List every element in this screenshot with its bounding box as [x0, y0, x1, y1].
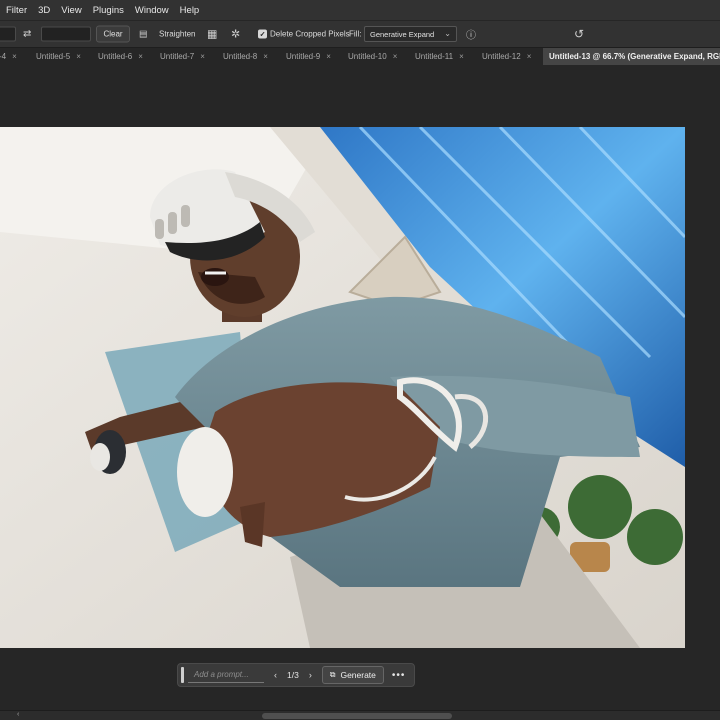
menu-plugins[interactable]: Plugins: [93, 5, 124, 16]
gear-icon[interactable]: ✲: [231, 28, 240, 41]
tab-untitled-13[interactable]: Untitled-13 @ 66.7% (Generative Expand, …: [543, 48, 720, 65]
options-bar: ⇄ Clear ▤ Straighten ▦ ✲ ✓ Delete Croppe…: [0, 20, 720, 48]
close-icon[interactable]: ×: [263, 52, 268, 61]
tab-untitled-11[interactable]: Untitled-11 ×: [415, 48, 464, 65]
swap-icon[interactable]: ⇄: [23, 29, 31, 40]
straighten-label[interactable]: Straighten: [159, 30, 195, 39]
prompt-input[interactable]: Add a prompt...: [188, 667, 264, 683]
close-icon[interactable]: ×: [200, 52, 205, 61]
width-field[interactable]: [0, 26, 16, 42]
chevron-right-icon[interactable]: ›: [309, 670, 312, 680]
menu-filter[interactable]: Filter: [6, 5, 27, 16]
tab-untitled-10[interactable]: Untitled-10 ×: [348, 48, 397, 65]
generate-icon: ⧉: [329, 670, 336, 679]
close-icon[interactable]: ×: [527, 52, 532, 61]
tab-untitled-12[interactable]: Untitled-12 ×: [482, 48, 531, 65]
close-icon[interactable]: ×: [326, 52, 331, 61]
menu-window[interactable]: Window: [135, 5, 169, 16]
tab-untitled-6[interactable]: Untitled-6 ×: [98, 48, 143, 65]
menu-bar: Filter 3D View Plugins Window Help: [0, 0, 720, 20]
variation-count: 1/3: [287, 670, 299, 680]
fill-select[interactable]: Generative Expand ⌄: [364, 26, 457, 42]
scrollbar-thumb[interactable]: [262, 713, 452, 719]
grid-overlay-icon[interactable]: ▦: [207, 28, 217, 41]
horizontal-scrollbar[interactable]: ‹: [0, 710, 720, 720]
menu-3d[interactable]: 3D: [38, 5, 50, 16]
document-image[interactable]: [0, 127, 685, 648]
drag-handle[interactable]: [181, 667, 184, 683]
reset-icon[interactable]: ↺: [574, 27, 584, 41]
close-icon[interactable]: ×: [76, 52, 81, 61]
menu-help[interactable]: Help: [180, 5, 200, 16]
menu-view[interactable]: View: [61, 5, 81, 16]
contextual-task-bar: Add a prompt... ‹ 1/3 › ⧉ Generate •••: [177, 663, 415, 687]
close-icon[interactable]: ×: [393, 52, 398, 61]
more-options-icon[interactable]: •••: [392, 670, 406, 681]
straighten-icon[interactable]: ▤: [139, 29, 148, 40]
document-tabs: -4× Untitled-5× Untitled-6× Untitled-7× …: [0, 48, 720, 65]
generate-button[interactable]: ⧉ Generate: [321, 666, 384, 684]
info-icon[interactable]: ⓘ: [466, 27, 476, 42]
tab-untitled-7[interactable]: Untitled-7 ×: [160, 48, 205, 65]
vr-player-photo: [0, 127, 685, 648]
scroll-left-icon[interactable]: ‹: [17, 711, 19, 718]
close-icon[interactable]: ×: [12, 52, 17, 61]
fill-label: Fill:: [349, 29, 362, 39]
fill-select-value: Generative Expand: [370, 29, 435, 39]
tab-untitled-8[interactable]: Untitled-8 ×: [223, 48, 268, 65]
height-field[interactable]: [41, 26, 91, 42]
tab-untitled-9[interactable]: Untitled-9 ×: [286, 48, 331, 65]
close-icon[interactable]: ×: [138, 52, 143, 61]
generate-button-label: Generate: [340, 670, 376, 680]
chevron-down-icon: ⌄: [444, 29, 451, 38]
tab-untitled-4[interactable]: -4×: [0, 48, 17, 65]
delete-cropped-checkbox[interactable]: ✓: [258, 29, 267, 39]
delete-cropped-label: Delete Cropped Pixels: [270, 29, 350, 39]
tab-untitled-5[interactable]: Untitled-5 ×: [36, 48, 81, 65]
chevron-left-icon[interactable]: ‹: [274, 670, 277, 680]
close-icon[interactable]: ×: [459, 52, 464, 61]
clear-button[interactable]: Clear: [96, 25, 130, 43]
